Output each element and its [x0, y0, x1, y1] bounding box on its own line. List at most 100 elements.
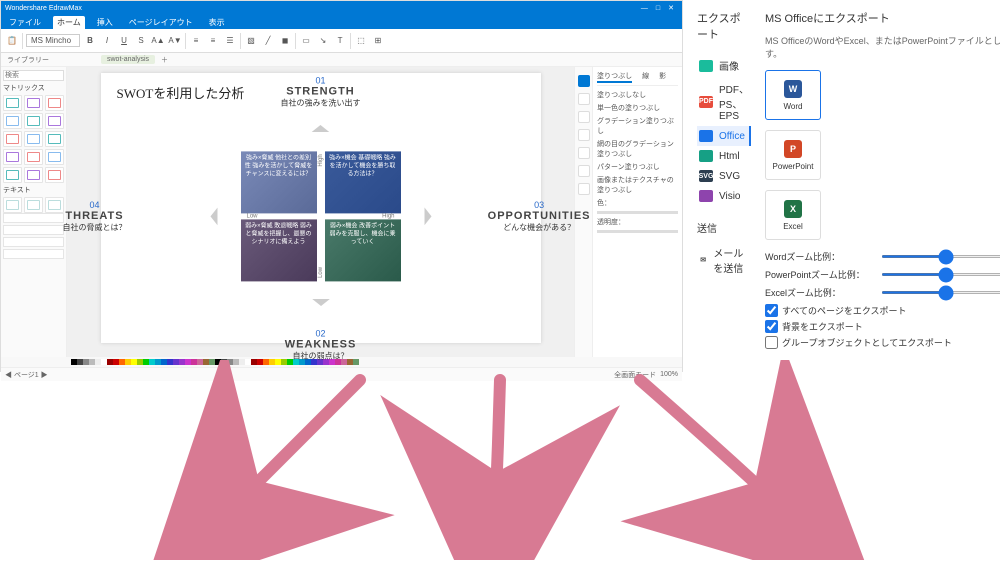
export-checkbox[interactable]: 背景をエクスポート [765, 320, 1000, 333]
quadrant-so[interactable]: 強み×機会 基礎戦略 強みを活かして機会を勝ち取る方法は？ [325, 151, 401, 213]
menu-layout[interactable]: ページレイアウト [125, 16, 197, 29]
zoom-option: PowerPointズーム比例： [765, 268, 1000, 281]
fill-option[interactable]: 網の目のグラデーション塗りつぶし [597, 139, 678, 159]
document-tab[interactable]: swot-analysis [101, 55, 155, 64]
shape-thumb[interactable] [3, 237, 64, 247]
page-indicator[interactable]: ◀ ページ1 ▶ [5, 370, 48, 380]
shadow-button[interactable]: ◼ [278, 34, 292, 48]
shape-thumb[interactable] [24, 113, 43, 129]
zoom-label[interactable]: 100% [660, 371, 678, 378]
shape-thumb[interactable] [45, 95, 64, 111]
shape-thumb[interactable] [24, 197, 43, 213]
export-cat-画像[interactable]: 画像 [697, 54, 751, 77]
shape-thumb[interactable] [45, 149, 64, 165]
strike-button[interactable]: S [134, 34, 148, 48]
send-mail[interactable]: ✉メールを送信 [697, 241, 751, 279]
export-cat-office[interactable]: Office [697, 126, 751, 146]
quadrant-wo[interactable]: 弱み×機会 改善ポイント 弱みを克服し、機会に乗っていく [325, 219, 401, 281]
quadrant-wt[interactable]: 弱み×脅威 敗退戦略 弱みと脅威を把握し、最悪のシナリオに備えよう [241, 219, 317, 281]
quadrant-st[interactable]: 強み×脅威 他社との差別性 強みを活かして脅威をチャンスに変えるには？ [241, 151, 317, 213]
shape-thumb[interactable] [45, 197, 64, 213]
fontsize-up-button[interactable]: A▲ [151, 34, 165, 48]
menu-file[interactable]: ファイル [5, 16, 45, 29]
zoom-slider[interactable] [881, 255, 1000, 258]
prop-tab-shadow[interactable]: 影 [659, 71, 666, 83]
shape-thumb[interactable] [45, 113, 64, 129]
fill-option[interactable]: グラデーション塗りつぶし [597, 116, 678, 136]
shape-thumb[interactable] [3, 149, 22, 165]
canvas[interactable]: SWOTを利用した分析 01STRENGTH自社の強みを洗い出す 02WEAKN… [101, 73, 541, 343]
underline-button[interactable]: U [117, 34, 131, 48]
export-cat-pdf、ps、eps[interactable]: PDFPDF、PS、EPS [697, 77, 751, 126]
shape-thumb[interactable] [45, 131, 64, 147]
line-button[interactable]: ╱ [261, 34, 275, 48]
export-checkbox[interactable]: グループオブジェクトとしてエクスポート [765, 336, 1000, 349]
shape-thumb[interactable] [3, 95, 22, 111]
align-tools-button[interactable]: ⊞ [371, 34, 385, 48]
canvas-area[interactable]: SWOTを利用した分析 01STRENGTH自社の強みを洗い出す 02WEAKN… [67, 67, 574, 357]
text-button[interactable]: T [333, 34, 347, 48]
shape-button[interactable]: ▭ [299, 34, 313, 48]
connector-button[interactable]: ↘ [316, 34, 330, 48]
fullscreen-button[interactable]: 全画面モード [614, 370, 656, 380]
export-cat-html[interactable]: Html [697, 146, 751, 166]
fill-option[interactable]: 塗りつぶしなし [597, 90, 678, 100]
align-left-button[interactable]: ≡ [189, 34, 203, 48]
tool-fill[interactable] [578, 75, 590, 87]
shape-thumb[interactable] [24, 167, 43, 183]
prop-tab-fill[interactable]: 塗りつぶし [597, 71, 632, 83]
menu-home[interactable]: ホーム [53, 16, 85, 29]
swot-matrix[interactable]: ▲ ▲ ▲ ▲ 強み×脅威 他社との差別性 強みを活かして脅威をチャンスに変える… [241, 151, 401, 281]
shape-thumb[interactable] [3, 167, 22, 183]
shape-thumb[interactable] [3, 249, 64, 259]
app-title: Wondershare EdrawMax [5, 5, 82, 12]
fill-button[interactable]: ▧ [244, 34, 258, 48]
group-button[interactable]: ⬚ [354, 34, 368, 48]
menu-insert[interactable]: 挿入 [93, 16, 117, 29]
section-matrix: マトリックス [3, 83, 64, 93]
export-heading: エクスポート [697, 10, 751, 42]
export-checkbox[interactable]: すべてのページをエクスポート [765, 304, 1000, 317]
transparency-slider[interactable] [597, 230, 678, 233]
align-center-button[interactable]: ≡ [206, 34, 220, 48]
tool-chat[interactable] [578, 111, 590, 123]
window-controls[interactable]: —□✕ [637, 4, 678, 12]
color-slider[interactable] [597, 211, 678, 214]
format-excel[interactable]: XExcel [765, 190, 821, 240]
tool-random[interactable] [578, 165, 590, 177]
tool-history[interactable] [578, 183, 590, 195]
font-select[interactable]: MS Mincho [26, 34, 80, 47]
fontsize-down-button[interactable]: A▼ [168, 34, 182, 48]
zoom-slider[interactable] [881, 273, 1000, 276]
menu-view[interactable]: 表示 [205, 16, 229, 29]
arrow-up-icon: ▲ [306, 122, 336, 134]
export-cat-visio[interactable]: Visio [697, 186, 751, 206]
format-powerpoint[interactable]: PPowerPoint [765, 130, 821, 180]
shape-thumb[interactable] [3, 131, 22, 147]
tool-image[interactable] [578, 93, 590, 105]
search-input[interactable] [3, 70, 64, 81]
tool-page[interactable] [578, 129, 590, 141]
annotation-arrows [0, 360, 1000, 560]
shape-thumb[interactable] [3, 213, 64, 223]
shape-thumb[interactable] [3, 113, 22, 129]
prop-tab-line[interactable]: 線 [642, 71, 649, 83]
add-tab-button[interactable]: ＋ [161, 55, 168, 65]
format-word[interactable]: WWord [765, 70, 821, 120]
bullets-button[interactable]: ☰ [223, 34, 237, 48]
tool-layers[interactable] [578, 147, 590, 159]
bold-button[interactable]: B [83, 34, 97, 48]
zoom-slider[interactable] [881, 291, 1000, 294]
shape-thumb[interactable] [3, 225, 64, 235]
export-cat-svg[interactable]: SVGSVG [697, 166, 751, 186]
fill-option[interactable]: パターン塗りつぶし [597, 162, 678, 172]
shape-thumb[interactable] [24, 95, 43, 111]
shape-thumb[interactable] [3, 197, 22, 213]
fill-option[interactable]: 単一色の塗りつぶし [597, 103, 678, 113]
paste-button[interactable]: 📋 [5, 34, 19, 48]
shape-thumb[interactable] [24, 131, 43, 147]
shape-thumb[interactable] [45, 167, 64, 183]
italic-button[interactable]: I [100, 34, 114, 48]
fill-option[interactable]: 画像またはテクスチャの塗りつぶし [597, 175, 678, 195]
shape-thumb[interactable] [24, 149, 43, 165]
